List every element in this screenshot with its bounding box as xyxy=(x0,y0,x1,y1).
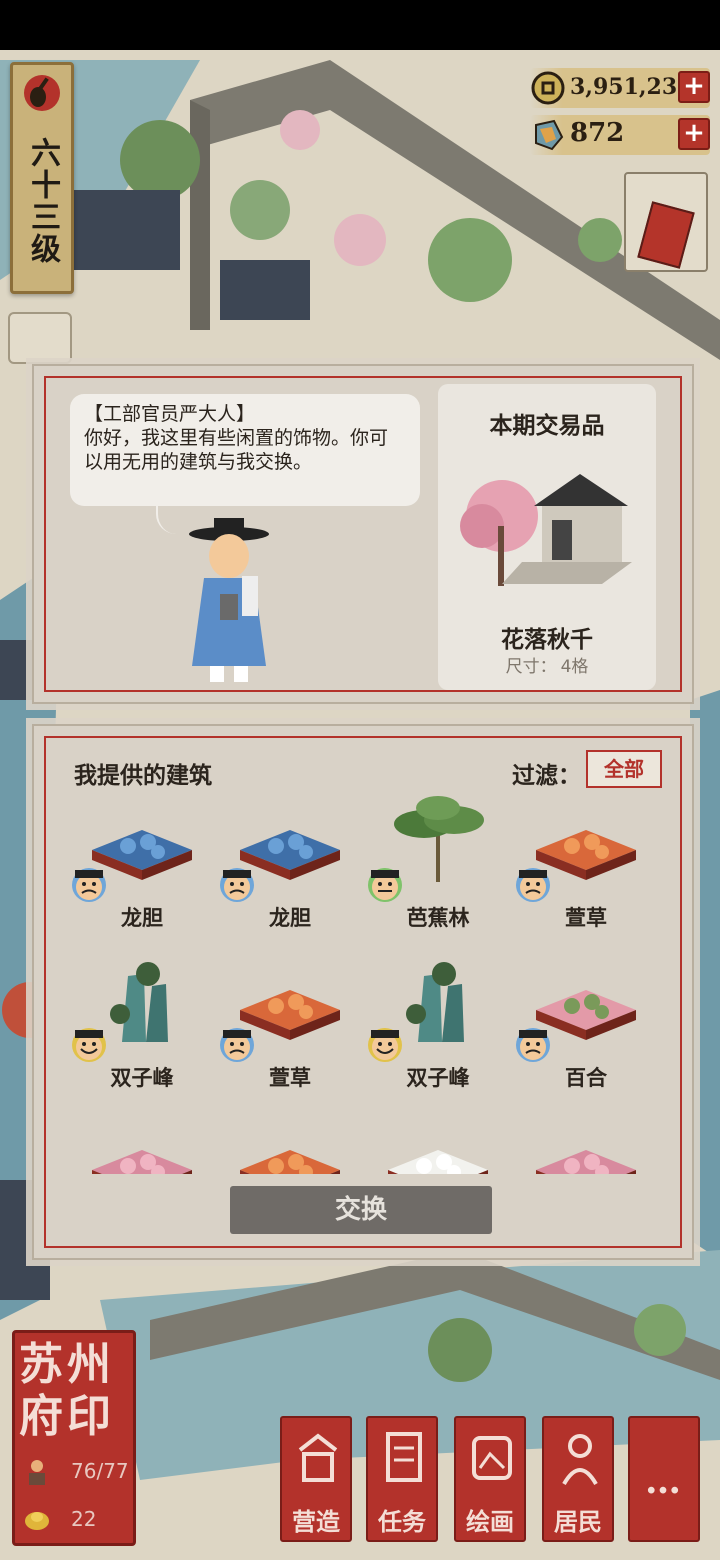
building-name: 芭蕉林 xyxy=(406,905,470,930)
seal-book-button[interactable] xyxy=(624,172,708,272)
copper-coin-icon xyxy=(531,71,565,105)
trade-item-name: 花落秋千 xyxy=(501,626,593,653)
building-cell[interactable]: 萱草 xyxy=(512,794,658,956)
nav-label: 绘画 xyxy=(466,1507,514,1536)
painting-icon xyxy=(472,1436,512,1480)
building-name: 萱草 xyxy=(565,905,607,930)
exchange-button[interactable]: 交换 xyxy=(230,1186,492,1234)
nav-more-button[interactable]: … xyxy=(628,1416,700,1542)
gem-counter: 872 + xyxy=(530,115,710,155)
nav-build-button[interactable]: 营造 xyxy=(280,1416,352,1542)
gold-ingot-icon xyxy=(25,1512,49,1530)
trade-item-size: 尺寸： 4格 xyxy=(438,652,656,677)
size-label: 尺寸： xyxy=(505,657,557,677)
pipa-emblem-icon xyxy=(24,75,60,111)
resident-icon xyxy=(562,1434,598,1486)
population-value: 76/77 xyxy=(71,1459,129,1483)
gold-stat: 22 xyxy=(23,1503,133,1535)
gold-value: 22 xyxy=(71,1507,97,1531)
nav-resident-button[interactable]: 居民 xyxy=(542,1416,614,1542)
sad-resident-face-icon xyxy=(220,868,254,902)
add-coins-button[interactable]: + xyxy=(678,71,710,103)
sad-resident-face-icon xyxy=(72,868,106,902)
sad-resident-face-icon xyxy=(220,1028,254,1062)
nav-label: 任务 xyxy=(378,1507,426,1536)
trade-card-title: 本期交易品 xyxy=(489,412,605,439)
white-flower-bed-icon xyxy=(388,1150,488,1174)
pink-flower-bed-icon xyxy=(92,1150,192,1174)
merchant-panel: 【工部官员严大人】 你好，我这里有些闲置的饰物。你可以用无用的建筑与我交换。 本… xyxy=(32,364,694,704)
building-grid[interactable]: 龙胆 龙胆 芭蕉林 萱草 双子峰 萱草 双子峰 百合 xyxy=(68,794,658,1174)
building-name: 龙胆 xyxy=(269,905,311,930)
sad-resident-face-icon xyxy=(516,868,550,902)
building-cell[interactable]: 芭蕉林 xyxy=(364,794,512,956)
happy-resident-face-icon xyxy=(368,1028,402,1062)
filter-label: 过滤： xyxy=(512,762,581,789)
building-name: 龙胆 xyxy=(121,905,163,930)
building-cell[interactable]: 龙胆 xyxy=(68,794,216,956)
building-name: 萱草 xyxy=(269,1065,311,1090)
filter-all-button[interactable]: 全部 xyxy=(586,750,662,788)
official-character-icon xyxy=(189,518,269,682)
building-name: 双子峰 xyxy=(406,1065,470,1090)
building-cell[interactable]: 龙胆 xyxy=(216,794,364,956)
building-cell[interactable] xyxy=(364,1114,512,1174)
happy-resident-face-icon xyxy=(72,1028,106,1062)
nav-label: 居民 xyxy=(554,1507,602,1536)
building-cell[interactable] xyxy=(512,1114,658,1174)
sad-resident-face-icon xyxy=(516,1028,550,1062)
offer-panel: 我提供的建筑 过滤： 全部 龙胆 龙胆 芭蕉林 萱草 双子峰 萱草 双子峰 百合 交换 xyxy=(32,724,694,1260)
build-icon xyxy=(298,1433,338,1482)
size-value: 4格 xyxy=(560,657,589,677)
status-bar xyxy=(0,0,720,50)
building-cell[interactable]: 萱草 xyxy=(216,954,364,1116)
red-book-icon xyxy=(637,201,695,269)
trade-item-card[interactable]: 本期交易品 花落秋千 尺寸： 4格 xyxy=(438,384,656,690)
neutral-resident-face-icon xyxy=(368,868,402,902)
nav-label: 营造 xyxy=(292,1507,340,1536)
city-seal[interactable]: 苏州府印 76/77 22 xyxy=(12,1330,136,1546)
jade-gem-icon xyxy=(535,119,564,151)
nav-task-button[interactable]: 任务 xyxy=(366,1416,438,1542)
speaker-name: 【工部官员严大人】 xyxy=(84,403,256,425)
building-name: 百合 xyxy=(565,1065,607,1090)
level-text: 六十三级 xyxy=(25,137,60,265)
speech-bubble: 【工部官员严大人】 你好，我这里有些闲置的饰物。你可以用无用的建筑与我交换。 xyxy=(70,394,420,534)
building-cell[interactable] xyxy=(68,1114,216,1174)
building-cell[interactable]: 百合 xyxy=(512,954,658,1116)
level-badge[interactable]: 六十三级 xyxy=(10,62,74,294)
resident-icon xyxy=(29,1460,45,1485)
scroll-menu-icon[interactable] xyxy=(8,312,72,364)
building-cell[interactable]: 双子峰 xyxy=(364,954,512,1116)
building-cell[interactable] xyxy=(216,1114,364,1174)
swing-pavilion-icon xyxy=(460,474,632,586)
gem-value: 872 xyxy=(570,118,625,148)
offer-title: 我提供的建筑 xyxy=(74,762,212,789)
orange-flower-bed-icon xyxy=(240,1150,340,1174)
building-name: 双子峰 xyxy=(110,1065,174,1090)
speech-text: 你好，我这里有些闲置的饰物。你可以用无用的建筑与我交换。 xyxy=(84,427,389,473)
building-cell[interactable]: 双子峰 xyxy=(68,954,216,1116)
pink-flower-bed-icon xyxy=(536,1150,636,1174)
coin-value: 3,951,236 xyxy=(570,74,693,100)
task-icon xyxy=(386,1432,422,1482)
population-stat: 76/77 xyxy=(23,1455,133,1487)
coin-counter: 3,951,236 + xyxy=(530,68,710,108)
more-icon: … xyxy=(645,1460,683,1502)
add-gems-button[interactable]: + xyxy=(678,118,710,150)
nav-painting-button[interactable]: 绘画 xyxy=(454,1416,526,1542)
city-seal-name: 苏州府印 xyxy=(19,1339,115,1442)
